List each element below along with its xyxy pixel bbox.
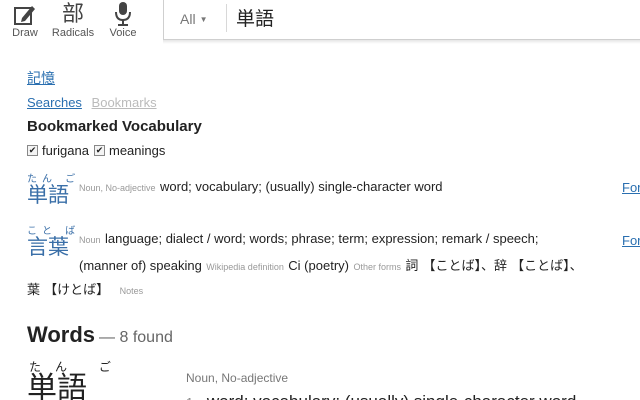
part-of-speech: Noun, No-adjective (79, 183, 156, 193)
radicals-label: Radicals (51, 27, 95, 39)
bookmark-definition-line: 葉 【けとば】 Notes (27, 279, 143, 299)
result-word[interactable]: 単語 (27, 374, 87, 400)
voice-label: Voice (109, 27, 137, 39)
furigana-checkbox[interactable]: ✔ (27, 145, 38, 156)
radicals-icon: 部 (61, 2, 84, 26)
bookmark-definition-line: Noun, No-adjective word; vocabulary; (us… (79, 178, 443, 196)
part-of-speech: Noun (79, 235, 101, 245)
words-heading-title: Words (27, 322, 96, 347)
radicals-tool-button[interactable]: 部 Radicals (48, 0, 98, 40)
search-box: All ▼ (163, 0, 640, 40)
other-forms-continued: 葉 【けとば】 (27, 283, 110, 298)
entry-link[interactable]: For (622, 180, 640, 195)
furigana-option-label: furigana (42, 143, 89, 158)
meaning: language; dialect / word; words; phrase;… (104, 231, 539, 246)
display-options: ✔ furigana ✔ meanings (27, 143, 170, 158)
memory-link[interactable]: 記憶 (27, 68, 55, 88)
draw-label: Draw (12, 27, 38, 39)
bookmark-definition-line: Noun language; dialect / word; words; ph… (79, 230, 539, 248)
results-count: — 8 found (99, 329, 173, 346)
result-part-of-speech: Noun, No-adjective (186, 371, 289, 385)
other-forms-label: Other forms (353, 262, 401, 272)
bookmark-entry: たん ご 単語 Noun, No-adjective word; vocabul… (27, 170, 640, 212)
words-results-heading: Words — 8 found (27, 322, 173, 348)
scope-value: All (180, 11, 196, 27)
result-definition: 1. word; vocabulary; (usually) single-cha… (186, 392, 576, 400)
result-furigana: たん ご (29, 360, 125, 374)
subtabs: Searches Bookmarks (27, 95, 157, 110)
search-divider (226, 4, 227, 32)
result-row: たん ご 単語 Noun, No-adjective 1. word; vocab… (27, 358, 640, 400)
caret-down-icon: ▼ (199, 15, 208, 24)
definition-number: 1. (186, 395, 197, 400)
notes-label: Notes (119, 286, 144, 296)
meanings-option-label: meanings (108, 143, 166, 158)
search-input[interactable] (236, 2, 636, 32)
top-toolbar: Draw 部 Radicals Voice All ▼ (0, 0, 640, 48)
search-shadow (163, 40, 640, 44)
tab-searches[interactable]: Searches (27, 95, 82, 110)
bookmark-entry: こと ば 言葉 Noun language; dialect / word; w… (27, 222, 640, 298)
draw-tool-button[interactable]: Draw (0, 0, 50, 39)
tab-bookmarks[interactable]: Bookmarks (92, 95, 157, 110)
entry-link[interactable]: For (622, 233, 640, 248)
wikipedia-label: Wikipedia definition (206, 262, 284, 272)
bookmarked-vocabulary-heading: Bookmarked Vocabulary (27, 118, 202, 135)
bookmark-definition-line: (manner of) speaking Wikipedia definitio… (79, 255, 583, 275)
meaning: word; vocabulary; (usually) single-chara… (160, 179, 443, 194)
meaning: (manner of) speaking (79, 258, 202, 273)
bookmark-word[interactable]: こと ば 言葉 (27, 222, 80, 258)
wikipedia-definition: Ci (poetry) (288, 258, 349, 273)
word-kanji: 単語 (27, 183, 69, 207)
microphone-icon (98, 0, 148, 26)
other-forms: 詞 【ことば】、辞 【ことば】、 (405, 259, 583, 274)
word-kanji: 言葉 (27, 235, 69, 259)
meanings-checkbox[interactable]: ✔ (93, 145, 105, 156)
draw-icon (0, 0, 50, 26)
definition-text: word; vocabulary; (usually) single-chara… (207, 392, 576, 400)
voice-tool-button[interactable]: Voice (98, 0, 148, 39)
scope-dropdown[interactable]: All ▼ (180, 11, 207, 27)
bookmark-word[interactable]: たん ご 単語 (27, 170, 80, 206)
